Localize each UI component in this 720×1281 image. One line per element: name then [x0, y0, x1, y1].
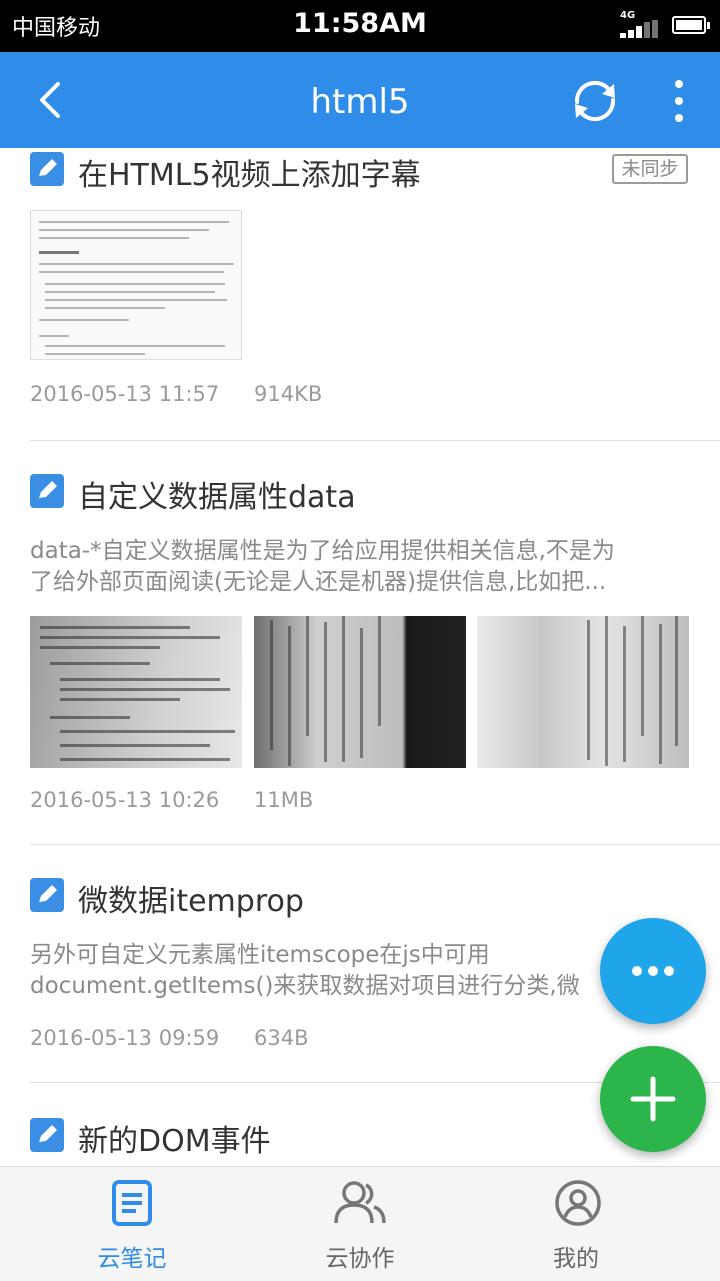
note-icon: [30, 878, 64, 912]
user-circle-icon: [555, 1180, 601, 1226]
more-menu-button[interactable]: [664, 76, 694, 126]
note-date: 2016-05-13 11:57: [30, 382, 220, 406]
note-title: 微数据itemprop: [78, 884, 304, 919]
note-snippet-line: 了给外部页面阅读(无论是人还是机器)提供信息,比如把...: [30, 569, 607, 595]
note-item[interactable]: 自定义数据属性data data-*自定义数据属性是为了给应用提供相关信息,不是…: [0, 470, 720, 840]
divider: [30, 440, 720, 441]
people-icon: [334, 1181, 386, 1224]
bottom-tab-bar: 云笔记 云协作 我的: [0, 1166, 720, 1281]
note-size: 11MB: [254, 788, 314, 812]
app-bar: html5: [0, 52, 720, 148]
divider: [30, 844, 720, 845]
note-snippet-line: 另外可自定义元素属性itemscope在js中可用: [30, 942, 490, 968]
note-date: 2016-05-13 10:26: [30, 788, 220, 812]
note-size: 634B: [254, 1026, 309, 1050]
tab-label: 云协作: [325, 1246, 395, 1272]
status-bar: 中国移动 11:58AM 4G: [0, 0, 720, 52]
note-date: 2016-05-13 09:59: [30, 1026, 220, 1050]
more-horizontal-icon: [632, 966, 674, 976]
sync-icon: [574, 80, 616, 122]
note-size: 914KB: [254, 382, 323, 406]
unsynced-badge: 未同步: [612, 154, 688, 184]
note-thumbnail[interactable]: [477, 616, 689, 768]
plus-icon: [630, 1076, 676, 1122]
note-thumbnail[interactable]: [30, 616, 242, 768]
tab-cloud-notes[interactable]: 云笔记: [12, 1167, 252, 1281]
note-icon: [112, 1180, 152, 1226]
add-note-button[interactable]: [600, 1046, 706, 1152]
note-icon: [30, 474, 64, 508]
signal-icon: [620, 20, 660, 38]
more-actions-button[interactable]: [600, 918, 706, 1024]
note-icon: [30, 152, 64, 186]
note-thumbnail[interactable]: [30, 210, 242, 360]
tab-me[interactable]: 我的: [456, 1167, 696, 1281]
tab-label: 我的: [553, 1246, 599, 1272]
note-snippet-line: document.getItems()来获取数据对项目进行分类,微: [30, 973, 580, 999]
note-title: 在HTML5视频上添加字幕: [78, 158, 421, 193]
note-title: 自定义数据属性data: [78, 480, 356, 515]
note-item[interactable]: 在HTML5视频上添加字幕 未同步 2016-05-13 11:57 914KB: [0, 148, 720, 440]
note-title: 新的DOM事件: [78, 1124, 271, 1159]
tab-label: 云笔记: [97, 1246, 167, 1272]
note-thumbnail[interactable]: [254, 616, 466, 768]
note-snippet-line: data-*自定义数据属性是为了给应用提供相关信息,不是为: [30, 538, 615, 564]
note-icon: [30, 1118, 64, 1152]
tab-collaboration[interactable]: 云协作: [240, 1167, 480, 1281]
clock: 11:58AM: [293, 8, 427, 39]
battery-icon: [672, 16, 710, 34]
sync-button[interactable]: [568, 76, 622, 126]
more-vertical-icon: [675, 80, 683, 122]
